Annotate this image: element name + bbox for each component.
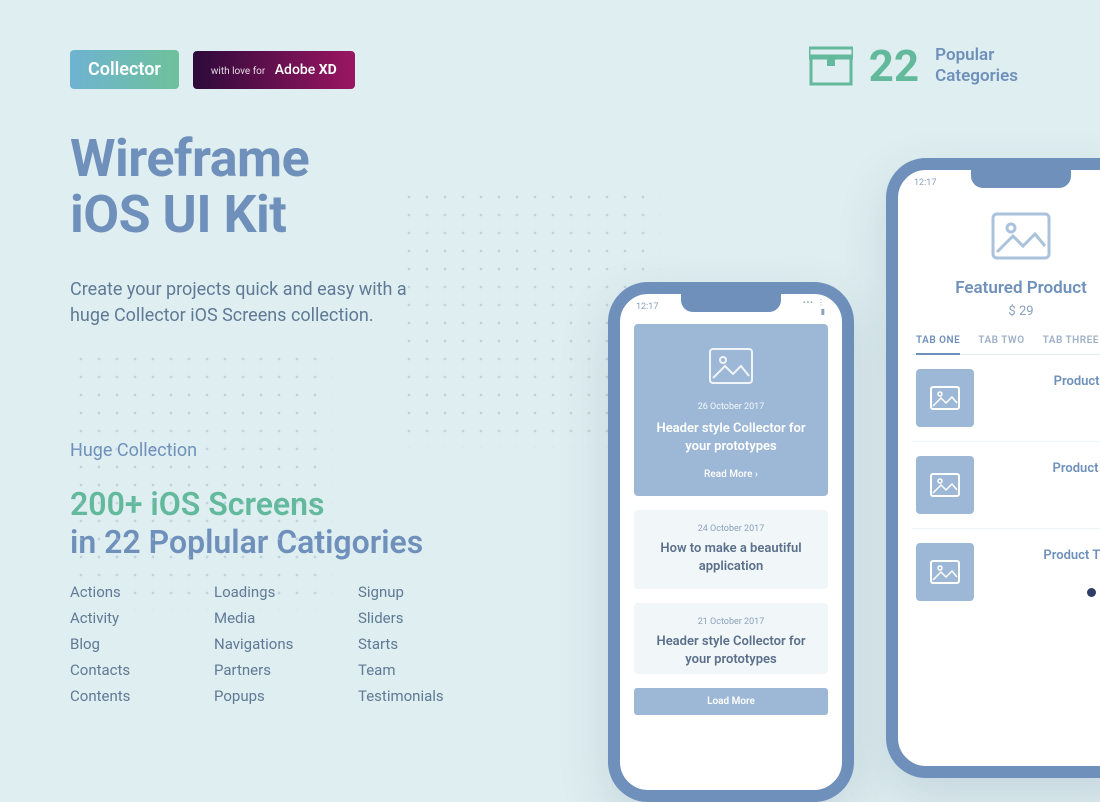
hero-card[interactable]: 26 October 2017 Header style Collector f… bbox=[634, 324, 828, 496]
adobe-brand-text: Adobe bbox=[275, 62, 315, 78]
adobe-xd-text: XD bbox=[319, 62, 337, 78]
image-placeholder-icon bbox=[930, 560, 960, 584]
tab-one[interactable]: TAB ONE bbox=[916, 335, 960, 346]
hero-title: Header style Collector for your prototyp… bbox=[646, 420, 816, 455]
category-item: Blog bbox=[70, 635, 210, 653]
phone-mockup-products: 12:17 Featured Product $ 29 TAB ONE TAB … bbox=[886, 158, 1100, 778]
page-subtitle: Create your projects quick and easy with… bbox=[70, 277, 450, 329]
image-placeholder-icon bbox=[991, 212, 1051, 260]
status-time: 12:17 bbox=[914, 178, 936, 188]
article-card[interactable]: 24 October 2017 How to make a beautiful … bbox=[634, 510, 828, 589]
product-thumb bbox=[916, 369, 974, 427]
featured-price: $ 29 bbox=[922, 304, 1100, 319]
product-tabs: TAB ONE TAB TWO TAB THREE bbox=[912, 335, 1100, 355]
phone-notch bbox=[681, 294, 781, 312]
category-item: Team bbox=[358, 661, 498, 679]
dot-pattern bbox=[72, 350, 332, 610]
product-name: Product Three bbox=[986, 548, 1100, 563]
tab-three[interactable]: TAB THREE bbox=[1043, 335, 1099, 346]
tab-two[interactable]: TAB TWO bbox=[978, 335, 1024, 346]
status-icons: ••• ⋮ ▮ bbox=[796, 298, 826, 316]
product-thumb bbox=[916, 543, 974, 601]
product-name: Product Two bbox=[986, 461, 1100, 476]
category-item: Popups bbox=[214, 687, 354, 705]
color-swatches bbox=[986, 414, 1100, 423]
article-card[interactable]: 21 October 2017 Header style Collector f… bbox=[634, 603, 828, 674]
category-item: Sliders bbox=[358, 609, 498, 627]
category-item: Navigations bbox=[214, 635, 354, 653]
product-thumb bbox=[916, 456, 974, 514]
category-item: Signup bbox=[358, 583, 498, 601]
adobe-love-text: with love for bbox=[211, 66, 265, 77]
image-placeholder-icon bbox=[709, 348, 753, 384]
product-price: $ 27 bbox=[986, 480, 1100, 493]
article-title: Header style Collector for your prototyp… bbox=[644, 633, 818, 668]
color-swatches bbox=[986, 588, 1100, 597]
product-name: Product One bbox=[986, 374, 1100, 389]
featured-title: Featured Product bbox=[922, 278, 1100, 298]
adobe-xd-badge: with love for Adobe XD bbox=[193, 51, 355, 89]
product-row[interactable]: Product One $ 33 bbox=[912, 355, 1100, 442]
load-more-button[interactable]: Load More bbox=[634, 688, 828, 715]
product-price: $ 40 bbox=[986, 567, 1100, 580]
category-item: Activity bbox=[70, 609, 210, 627]
featured-product[interactable]: Featured Product $ 29 bbox=[912, 200, 1100, 335]
category-item: Contents bbox=[70, 687, 210, 705]
phone-notch bbox=[971, 170, 1071, 188]
stat-line1: Popular bbox=[935, 45, 1018, 66]
stat-line2: Categories bbox=[935, 66, 1018, 87]
product-row[interactable]: Product Two $ 27 bbox=[912, 442, 1100, 529]
category-item: Starts bbox=[358, 635, 498, 653]
collector-badge: Collector bbox=[70, 50, 179, 89]
categories-stat: 22 Popular Categories bbox=[809, 44, 1018, 88]
article-date: 24 October 2017 bbox=[644, 524, 818, 534]
product-row[interactable]: Product Three $ 40 bbox=[912, 529, 1100, 615]
box-icon bbox=[809, 46, 853, 86]
stat-number: 22 bbox=[869, 44, 920, 88]
image-placeholder-icon bbox=[930, 386, 960, 410]
status-time: 12:17 bbox=[636, 302, 658, 312]
hero-date: 26 October 2017 bbox=[646, 402, 816, 412]
category-item: Media bbox=[214, 609, 354, 627]
article-date: 21 October 2017 bbox=[644, 617, 818, 627]
category-item: Testimonials bbox=[358, 687, 498, 705]
article-title: How to make a beautiful application bbox=[644, 540, 818, 575]
category-item: Contacts bbox=[70, 661, 210, 679]
category-item: Partners bbox=[214, 661, 354, 679]
read-more-link[interactable]: Read More › bbox=[646, 469, 816, 480]
color-swatches bbox=[986, 501, 1100, 510]
phone-mockup-blog: 12:17 ••• ⋮ ▮ 26 October 2017 Header sty… bbox=[608, 282, 854, 802]
image-placeholder-icon bbox=[930, 473, 960, 497]
product-price: $ 33 bbox=[986, 393, 1100, 406]
